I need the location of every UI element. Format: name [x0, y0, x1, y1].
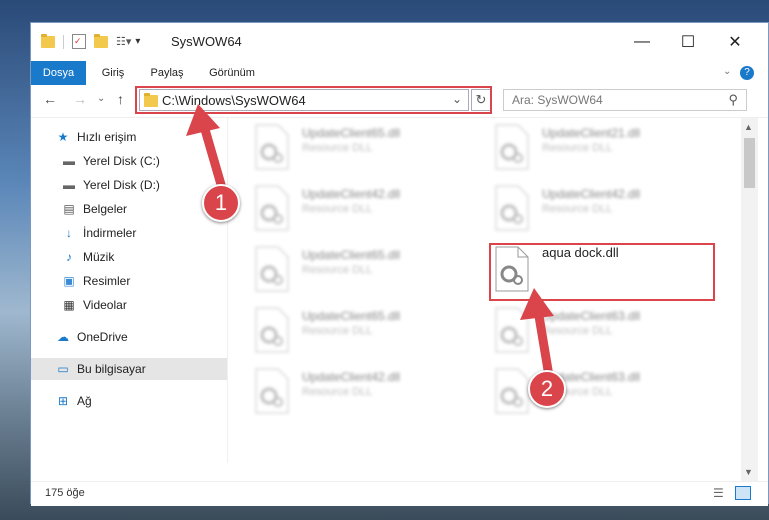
- callout-badge-two: 2: [528, 370, 566, 408]
- arrow-one: [186, 104, 227, 193]
- arrow-two: [520, 288, 554, 375]
- callout-badge-one: 1: [202, 184, 240, 222]
- callout-arrows: [186, 104, 554, 375]
